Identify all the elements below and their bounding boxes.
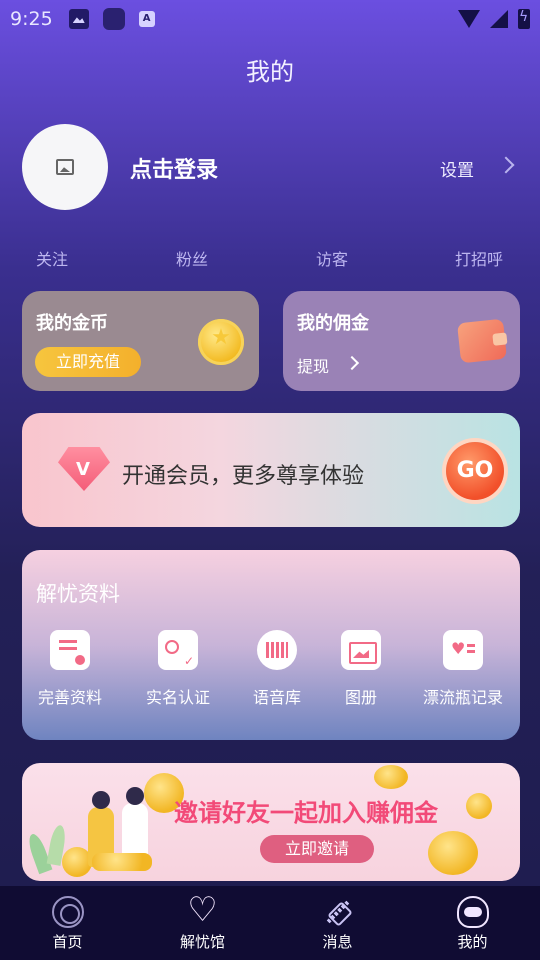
signal-icon [490, 10, 508, 28]
invite-title: 邀请好友一起加入赚佣金 [174, 799, 438, 827]
info-item-complete-profile[interactable]: 完善资料 [25, 630, 115, 708]
status-time: 9:25 [10, 8, 53, 30]
vip-badge: V [76, 459, 90, 480]
coin-stack [92, 853, 152, 871]
chevron-right-icon[interactable] [500, 156, 514, 176]
info-item-album[interactable]: 图册 [316, 630, 406, 708]
recharge-button[interactable]: 立即充值 [35, 347, 141, 377]
astronaut-icon [456, 896, 489, 928]
go-button[interactable]: GO [446, 442, 504, 500]
image-placeholder-icon [56, 159, 74, 175]
commission-title: 我的佣金 [297, 313, 369, 334]
stat-visitors[interactable]: 访客 [316, 246, 348, 270]
settings-button[interactable]: 设置 [440, 156, 474, 181]
info-item-bottle[interactable]: 漂流瓶记录 [418, 630, 508, 708]
coin-decoration [374, 765, 408, 789]
info-item-label: 完善资料 [37, 688, 102, 707]
chevron-right-icon [347, 355, 359, 371]
stats-row: 关注 粉丝 访客 打招呼 [0, 246, 540, 270]
coin-icon [198, 319, 244, 365]
diamond-icon: V [52, 439, 118, 499]
coin-decoration [466, 793, 492, 819]
tab-label: 解忧馆 [179, 933, 225, 951]
login-button[interactable]: 点击登录 [130, 152, 218, 184]
avatar[interactable] [22, 124, 108, 210]
wallet-icon [457, 318, 507, 364]
album-icon [341, 630, 381, 670]
invite-button[interactable]: 立即邀请 [260, 835, 374, 863]
withdraw-link[interactable]: 提现 [297, 353, 329, 377]
coin-decoration [428, 831, 478, 875]
battery-icon [518, 9, 530, 29]
vip-text: 开通会员，更多尊享体验 [122, 464, 365, 489]
tab-relief-hall[interactable]: 解忧馆 [135, 886, 270, 960]
info-item-label: 实名认证 [145, 688, 210, 707]
heart-icon [187, 890, 219, 930]
profile-info-title: 解忧资料 [36, 582, 120, 606]
info-item-label: 语音库 [252, 688, 301, 707]
profile-card-icon [50, 630, 90, 670]
people-illustration [82, 773, 172, 873]
stat-follow[interactable]: 关注 [36, 246, 68, 270]
tab-label: 首页 [52, 933, 83, 951]
page-title: 我的 [246, 58, 294, 86]
app-icon [102, 8, 125, 30]
stat-fans[interactable]: 粉丝 [176, 246, 208, 270]
tab-me[interactable]: 我的 [405, 886, 540, 960]
wifi-icon [458, 10, 480, 28]
profile-info-card: 解忧资料 完善资料 实名认证 语音库 图册 漂流瓶记录 [22, 550, 520, 740]
coins-card[interactable]: 我的金币 立即充值 [22, 291, 259, 391]
invite-banner[interactable]: 邀请好友一起加入赚佣金 立即邀请 [22, 763, 520, 881]
image-icon [68, 9, 89, 29]
commission-card[interactable]: 我的佣金 提现 [283, 291, 520, 391]
voice-wave-icon [257, 630, 297, 670]
info-item-voice[interactable]: 语音库 [232, 630, 322, 708]
stat-greet[interactable]: 打招呼 [455, 246, 503, 270]
bottom-tab-bar: 首页 解忧馆 消息 我的 [0, 886, 540, 960]
coins-title: 我的金币 [36, 313, 108, 334]
info-item-verify[interactable]: 实名认证 [133, 630, 223, 708]
home-icon [51, 896, 84, 928]
tab-label: 我的 [457, 933, 488, 951]
tab-messages[interactable]: 消息 [270, 886, 405, 960]
a-icon: A [138, 11, 155, 27]
id-verify-icon [158, 630, 198, 670]
vip-banner[interactable]: V 开通会员，更多尊享体验 GO [22, 413, 520, 527]
status-bar: 9:25 A [0, 0, 540, 38]
info-item-label: 漂流瓶记录 [422, 688, 503, 707]
satellite-icon [322, 896, 354, 928]
tab-label: 消息 [322, 933, 353, 951]
info-item-label: 图册 [344, 688, 377, 707]
bottle-record-icon [443, 630, 483, 670]
tab-home[interactable]: 首页 [0, 886, 135, 960]
